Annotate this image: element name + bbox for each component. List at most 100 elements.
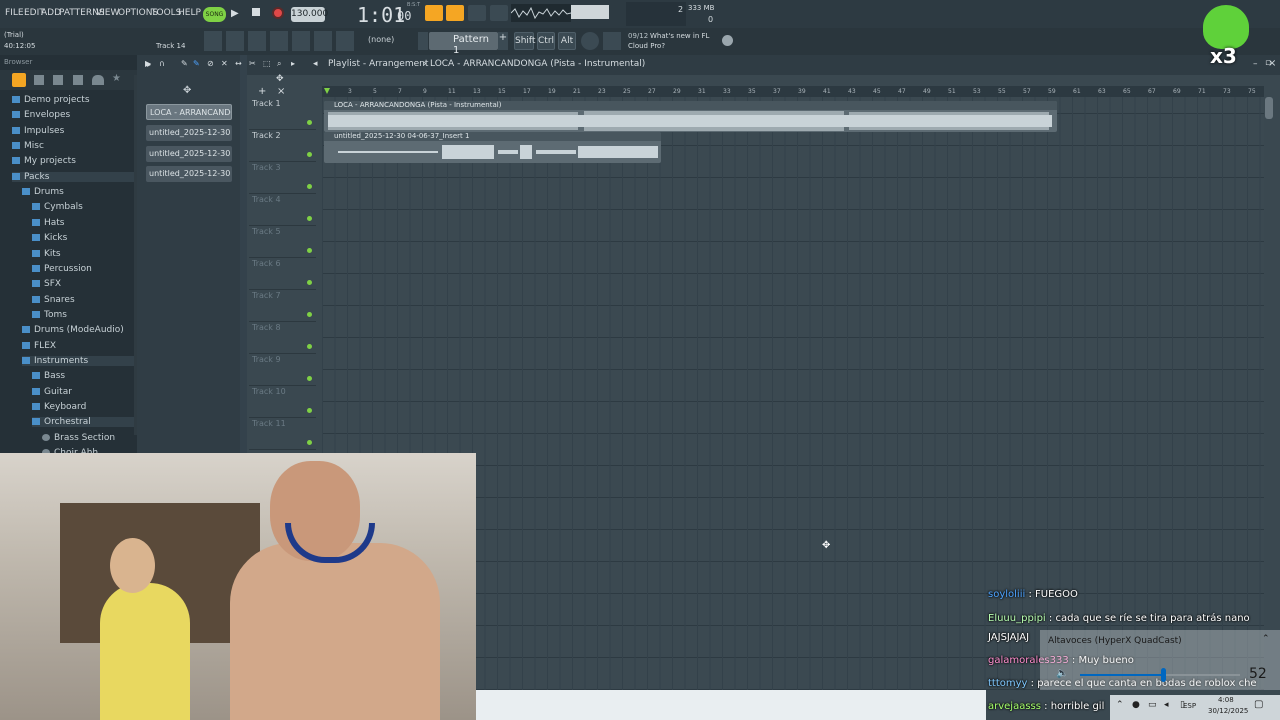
browser-item[interactable]: Guitar (32, 387, 72, 397)
browser-item[interactable]: Packs (12, 171, 137, 182)
clock-time[interactable]: 4:08 (1218, 696, 1234, 704)
picker-move-icon[interactable]: ✥ (183, 85, 191, 96)
cart-icon[interactable] (603, 32, 621, 50)
browser-item[interactable]: Hats (32, 218, 65, 228)
notifications-icon[interactable]: ▢ (1254, 699, 1263, 710)
vertical-scrollbar[interactable] (1265, 97, 1273, 119)
tray-up-icon[interactable]: ⌃ (1116, 700, 1124, 710)
browser-item[interactable]: Misc (12, 141, 44, 151)
tool-pencil-icon[interactable]: ✎ (181, 59, 188, 68)
add-track-icon[interactable]: + (258, 86, 266, 97)
tool-play-icon[interactable]: ▶ (145, 59, 151, 68)
pattern-selector[interactable]: Pattern 1 (429, 32, 498, 56)
volume-icon[interactable]: ◂ (1164, 700, 1169, 710)
track-mute-icon[interactable] (307, 120, 312, 125)
chat-username[interactable]: Eluuu_ppipi (988, 613, 1046, 624)
add-pattern-icon[interactable]: + (498, 32, 508, 50)
browser-item[interactable]: Drums (22, 187, 64, 197)
browser-item[interactable]: Toms (32, 310, 67, 320)
browser-item[interactable]: Drums (ModeAudio) (22, 325, 124, 335)
mic-icon[interactable]: ● (1132, 700, 1140, 710)
track-mute-icon[interactable] (307, 312, 312, 317)
minimize-icon[interactable]: – (1253, 59, 1258, 69)
browser-item[interactable]: Instruments (22, 355, 137, 366)
mixer-icon[interactable] (292, 31, 310, 51)
playlist-icon[interactable] (204, 31, 222, 51)
browser-item[interactable]: Orchestral (32, 417, 137, 428)
track-mute-icon[interactable] (307, 152, 312, 157)
track-mute-icon[interactable] (307, 344, 312, 349)
browser-item[interactable]: Brass Section (42, 433, 115, 443)
track-header[interactable]: Track 9 (249, 355, 316, 386)
clock-date[interactable]: 30/12/2025 (1208, 707, 1248, 715)
track-mute-icon[interactable] (307, 376, 312, 381)
news-text[interactable]: What's new in FL (650, 32, 709, 40)
stop-icon[interactable] (252, 8, 260, 16)
tool-slip-icon[interactable]: ↔ (235, 59, 242, 68)
track-header[interactable]: Track 6 (249, 259, 316, 290)
file-icon[interactable] (34, 75, 44, 85)
language-indicator[interactable]: ESP (1183, 702, 1196, 710)
close-icon[interactable]: × (1268, 58, 1276, 69)
clip-loca[interactable]: LOCA - ARRANCANDO... (146, 104, 232, 120)
track-header[interactable]: Track 7 (249, 291, 316, 322)
menu-view[interactable]: VIEW (96, 8, 119, 18)
track-mute-icon[interactable] (307, 440, 312, 445)
shift-button[interactable]: Shift (514, 32, 535, 50)
song-mode-toggle[interactable]: SONG (203, 7, 226, 22)
track-header[interactable]: Track 1 (249, 99, 316, 130)
tool-delete-icon[interactable]: ⊘ (207, 59, 214, 68)
volume-thumb[interactable] (1161, 668, 1167, 682)
play-icon[interactable]: ▶ (231, 8, 239, 19)
news-text-2[interactable]: Cloud Pro? (628, 42, 665, 50)
zoom-icon[interactable]: ✥ (276, 74, 284, 84)
browser-item[interactable]: Snares (32, 295, 75, 305)
track-header[interactable]: Track 8 (249, 323, 316, 354)
track-header[interactable]: Track 4 (249, 195, 316, 226)
volume-track[interactable] (1080, 668, 1240, 682)
menu-tools[interactable]: TOOLS (151, 8, 181, 18)
tempo-display[interactable]: 130.000 (291, 7, 328, 22)
chat-username[interactable]: tttomyy (988, 678, 1027, 689)
alt-button[interactable]: Alt (558, 32, 576, 50)
audio-clip-untitled[interactable]: untitled_2025-12-30 04-06-37_Insert 1 (324, 132, 661, 163)
browser-item[interactable]: Kits (32, 249, 61, 259)
tool-magnet-icon[interactable]: ∩ (159, 59, 165, 68)
browser-item[interactable]: Demo projects (12, 95, 90, 105)
remove-icon[interactable]: × (277, 86, 285, 97)
ctrl-button[interactable]: Ctrl (537, 32, 555, 50)
record-icon[interactable] (272, 7, 284, 19)
plugin-icon[interactable] (314, 31, 332, 51)
arrow-right-icon[interactable] (418, 32, 428, 50)
clip-untitled-3[interactable]: untitled_2025-12-30 04-... (146, 166, 232, 182)
menu-help[interactable]: HELP (178, 8, 201, 18)
snap-select[interactable]: (none) (368, 35, 394, 44)
track-header[interactable]: Track 2 (249, 131, 316, 162)
online-icon[interactable] (581, 32, 599, 50)
track-mute-icon[interactable] (307, 248, 312, 253)
chat-username[interactable]: arvejaasss (988, 701, 1041, 712)
browser-item[interactable]: Envelopes (12, 110, 70, 120)
blend-notes-icon[interactable] (468, 5, 486, 21)
track-header[interactable]: Track 3 (249, 163, 316, 194)
browser-item[interactable]: FLEX (22, 341, 56, 351)
audio-clip-loca[interactable]: LOCA - ARRANCANDONGA (Pista - Instrument… (324, 101, 1057, 132)
track-mute-icon[interactable] (307, 280, 312, 285)
master-volume-slider[interactable] (571, 5, 609, 19)
browser-item[interactable]: Keyboard (32, 402, 86, 412)
cloud-icon[interactable] (92, 75, 104, 85)
forward-icon[interactable] (73, 75, 83, 85)
menu-file[interactable]: FILE (5, 8, 24, 18)
browser-item[interactable]: Kicks (32, 233, 67, 243)
channel-rack-icon[interactable] (226, 31, 244, 51)
volume-collapse-icon[interactable]: ⌃ (1262, 634, 1270, 644)
tool-mute-icon[interactable]: ✕ (221, 59, 228, 68)
browser-icon[interactable] (270, 31, 288, 51)
back-icon[interactable] (53, 75, 63, 85)
tool-zoom-icon[interactable]: ⌕ (277, 59, 281, 69)
clip-untitled-2[interactable]: untitled_2025-12-30 04-... (146, 146, 232, 162)
browser-item[interactable]: Impulses (12, 126, 64, 136)
track-mute-icon[interactable] (307, 184, 312, 189)
track-header[interactable]: Track 10 (249, 387, 316, 418)
track-header[interactable]: Track 11 (249, 419, 316, 450)
